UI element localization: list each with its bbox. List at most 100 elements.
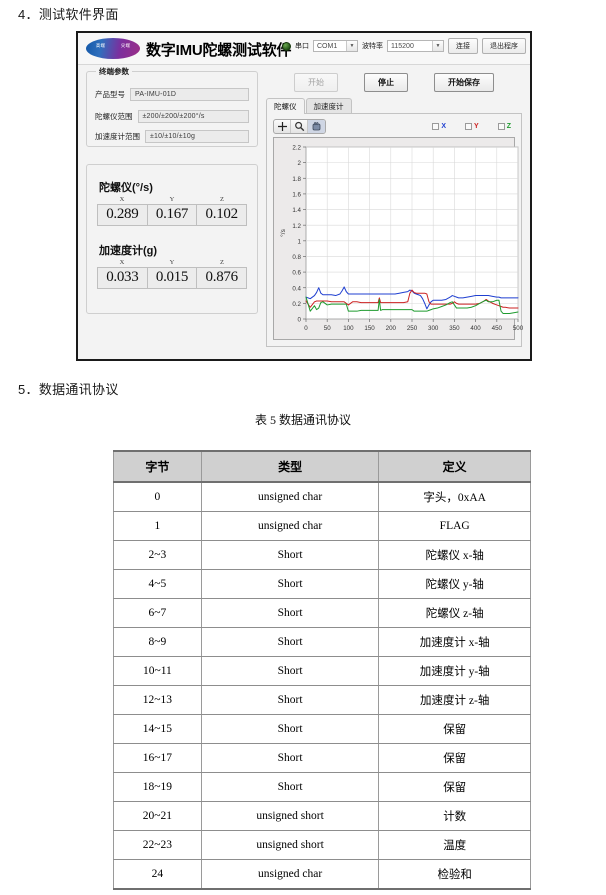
start-button[interactable]: 开始 — [294, 73, 338, 92]
cell-byte: 16~17 — [113, 743, 202, 773]
svg-text:350: 350 — [449, 325, 460, 332]
cell-byte: 4~5 — [113, 569, 202, 599]
stop-button[interactable]: 停止 — [364, 73, 408, 92]
svg-text:200: 200 — [386, 325, 397, 332]
svg-text:1.8: 1.8 — [292, 176, 301, 183]
app-body: 终端参数 产品型号 PA-IMU-01D 陀螺仪范围 ±200/±200/±20… — [78, 65, 530, 359]
svg-text:2: 2 — [298, 160, 302, 167]
cell-definition: 陀螺仪 z-轴 — [378, 598, 531, 628]
axis-label-y: Y — [169, 196, 175, 203]
exit-program-button[interactable]: 退出程序 — [482, 38, 526, 54]
cell-byte: 14~15 — [113, 714, 202, 744]
start-save-button[interactable]: 开始保存 — [434, 73, 494, 92]
protocol-table: 字节 类型 定义 0 unsigned char 字头，0xAA 1 unsigned … — [113, 450, 531, 890]
section-4-heading: 4．测试软件界面 — [18, 7, 119, 22]
param-row-model: 产品型号 PA-IMU-01D — [95, 88, 249, 101]
cell-definition: 加速度计 x-轴 — [378, 627, 531, 657]
cell-byte: 20~21 — [113, 801, 202, 831]
legend-item-y[interactable]: Y — [465, 123, 479, 130]
terminal-parameters-group: 终端参数 产品型号 PA-IMU-01D 陀螺仪范围 ±200/±200/±20… — [86, 66, 258, 147]
svg-text:0: 0 — [304, 325, 308, 332]
table-row: 2~3 Short 陀螺仪 x-轴 — [113, 540, 531, 570]
tab-gyroscope[interactable]: 陀螺仪 — [266, 98, 305, 114]
header-type: 类型 — [200, 450, 380, 483]
cell-type: Short — [200, 772, 380, 802]
baud-select[interactable]: 115200 ▼ — [387, 40, 444, 52]
cell-definition: 加速度计 y-轴 — [378, 656, 531, 686]
checkbox-x[interactable] — [432, 123, 440, 130]
cell-type: Short — [200, 598, 380, 628]
table-row: 8~9 Short 加速度计 x-轴 — [113, 627, 531, 657]
table-row: 14~15 Short 保留 — [113, 714, 531, 744]
cell-byte: 24 — [113, 859, 202, 890]
right-panel: 开始 停止 开始保存 陀螺仪 加速度计 X Y Z 0 0.2 0.4 0.6 … — [266, 71, 524, 353]
svg-text:500: 500 — [513, 325, 524, 332]
table-body: 0 unsigned char 字头，0xAA 1 unsigned char FLAG 2… — [113, 482, 531, 890]
gyro-x-value: 0.289 — [98, 205, 148, 225]
svg-text:1.2: 1.2 — [292, 223, 301, 230]
table-row: 10~11 Short 加速度计 y-轴 — [113, 656, 531, 686]
table-row: 20~21 unsigned short 计数 — [113, 801, 531, 831]
cell-type: Short — [200, 627, 380, 657]
table-row: 18~19 Short 保留 — [113, 772, 531, 802]
sensor-readout-group: 陀螺仪(°/s) X Y Z 0.289 0.167 0.102 加速度计(g)… — [86, 164, 258, 314]
cell-definition: 加速度计 z-轴 — [378, 685, 531, 715]
accel-x-value: 0.033 — [98, 268, 148, 288]
table-header-row: 字节 类型 定义 — [113, 450, 531, 483]
test-software-window: 高端 尖端 数字IMU陀螺测试软件 串口 COM1 ▼ 波特率 115200 ▼… — [76, 31, 532, 361]
legend-item-z[interactable]: Z — [497, 123, 511, 130]
legend-label-z: Z — [506, 123, 511, 130]
app-title: 数字IMU陀螺测试软件 — [146, 42, 292, 59]
command-button-bar: 开始 停止 开始保存 — [266, 71, 522, 100]
chevron-down-icon: ▼ — [432, 41, 443, 51]
chevron-down-icon: ▼ — [346, 41, 357, 51]
baud-label: 波特率 — [362, 43, 383, 50]
table-row: 12~13 Short 加速度计 z-轴 — [113, 685, 531, 715]
table-row: 0 unsigned char 字头，0xAA — [113, 482, 531, 512]
hand-pan-icon[interactable] — [308, 120, 325, 133]
graph-tool-group — [273, 119, 326, 134]
cell-byte: 18~19 — [113, 772, 202, 802]
svg-text:0.8: 0.8 — [292, 254, 301, 261]
cell-definition: 计数 — [378, 801, 531, 831]
svg-text:°/s: °/s — [279, 228, 287, 236]
tab-accelerometer[interactable]: 加速度计 — [305, 98, 352, 114]
left-panel: 终端参数 产品型号 PA-IMU-01D 陀螺仪范围 ±200/±200/±20… — [86, 66, 258, 314]
product-model-value: PA-IMU-01D — [130, 88, 249, 101]
cell-definition: 陀螺仪 x-轴 — [378, 540, 531, 570]
checkbox-z[interactable] — [497, 123, 505, 130]
cell-byte: 10~11 — [113, 656, 202, 686]
svg-text:150: 150 — [364, 325, 375, 332]
svg-text:450: 450 — [492, 325, 503, 332]
crosshair-icon[interactable] — [274, 120, 291, 133]
accel-axis-headers: X Y Z — [97, 259, 247, 266]
connect-button[interactable]: 连接 — [448, 38, 478, 54]
waveform-chart: 0 0.2 0.4 0.6 0.8 1 1.2 1.4 1.6 1.8 2 2.2 0 50 100 150 2… — [279, 145, 524, 332]
param-label: 加速度计范围 — [95, 132, 140, 141]
magnifier-icon[interactable] — [291, 120, 308, 133]
cell-byte: 2~3 — [113, 540, 202, 570]
param-label: 陀螺仪范围 — [95, 112, 133, 121]
chart-plot-area[interactable]: 0 0.2 0.4 0.6 0.8 1 1.2 1.4 1.6 1.8 2 2.2 0 50 100 150 2… — [273, 137, 524, 340]
cell-type: Short — [200, 685, 380, 715]
port-select-value: COM1 — [317, 42, 338, 50]
legend-label-y: Y — [474, 123, 479, 130]
svg-text:0.2: 0.2 — [292, 301, 301, 308]
series-legend: X Y Z — [432, 123, 515, 130]
header-byte: 字节 — [113, 450, 202, 483]
readout-spacer — [97, 226, 247, 240]
logo-right-text: 尖端 — [120, 43, 131, 48]
table-row: 6~7 Short 陀螺仪 z-轴 — [113, 598, 531, 628]
svg-text:0: 0 — [298, 317, 302, 324]
cell-definition: 保留 — [378, 714, 531, 744]
legend-item-x[interactable]: X — [432, 123, 446, 130]
svg-text:100: 100 — [343, 325, 354, 332]
checkbox-y[interactable] — [465, 123, 473, 130]
cell-type: unsigned char — [200, 511, 380, 541]
cell-byte: 1 — [113, 511, 202, 541]
gyro-values-row: 0.289 0.167 0.102 — [97, 204, 247, 226]
port-select[interactable]: COM1 ▼ — [313, 40, 358, 52]
axis-label-x: X — [119, 259, 125, 266]
axis-label-x: X — [119, 196, 125, 203]
cell-type: unsigned char — [200, 482, 380, 512]
